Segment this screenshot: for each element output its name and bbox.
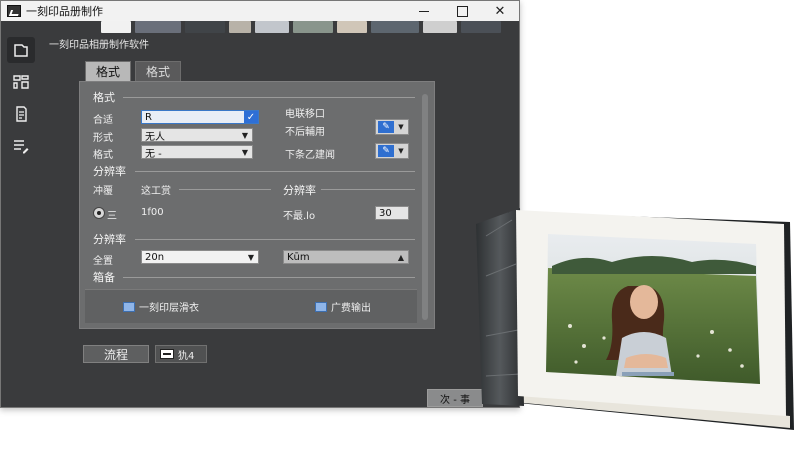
option-label-2: 下条乙建闻: [285, 150, 335, 161]
radio-button[interactable]: [93, 207, 105, 219]
maximize-button[interactable]: [443, 1, 481, 21]
export-button[interactable]: 犰4: [155, 345, 207, 363]
fit-select[interactable]: R: [141, 110, 259, 124]
window-title: 一刻印品册制作: [26, 5, 103, 18]
panel-scrollbar[interactable]: [422, 94, 428, 320]
format-section-title: 格式: [93, 91, 115, 104]
form-label: 形式: [93, 133, 113, 144]
resolution-section-title: 分辨率: [93, 165, 126, 178]
photo-thumbnail-strip[interactable]: [101, 21, 519, 33]
stage: 一刻印品册制作 ✕ 一刻印品相册制作软件 格式 格式 格式 合适 R ✓ 形式 …: [0, 0, 800, 450]
sidebar: [5, 33, 37, 403]
form-value: 无人: [145, 131, 165, 143]
photo-album-image: [476, 208, 794, 430]
placement-select[interactable]: 20n ▼: [141, 250, 259, 264]
section-divider: [321, 189, 415, 190]
app-logo-icon: [7, 5, 21, 17]
section-divider: [135, 239, 415, 240]
print-layout-action[interactable]: 一刻印层滑衣: [123, 299, 199, 314]
sidebar-page-button[interactable]: [7, 37, 35, 63]
title-bar: 一刻印品册制作 ✕: [1, 1, 519, 21]
app-window: 一刻印品册制作 ✕ 一刻印品相册制作软件 格式 格式 格式 合适 R ✓ 形式 …: [0, 0, 520, 408]
fit-label: 合适: [93, 115, 113, 126]
document-icon: [16, 106, 27, 122]
placement-label: 全置: [93, 256, 113, 267]
export-action[interactable]: 广费输出: [315, 299, 371, 314]
tab-format-2[interactable]: 格式: [135, 61, 182, 81]
chevron-down-icon: ▼: [241, 130, 249, 140]
radio-label: 三: [107, 211, 117, 222]
page-icon: [14, 44, 28, 57]
max-label: 不最.lo: [283, 211, 316, 222]
resolution-number: 1f00: [141, 207, 164, 218]
checkmark-icon: [244, 111, 258, 123]
resolution-section-2-title: 分辨率: [93, 233, 126, 246]
chevron-down-icon: ▼: [398, 123, 404, 131]
unit-select[interactable]: Kūm ▲: [283, 250, 409, 264]
right-group-title: 电联移口: [285, 109, 325, 120]
photo-thumbnail[interactable]: [255, 21, 289, 33]
section-divider: [123, 97, 415, 98]
chevron-down-icon: ▼: [241, 147, 249, 157]
slider-track[interactable]: [179, 189, 271, 190]
fill-label: 冲覆: [93, 186, 113, 197]
tab-format[interactable]: 格式: [85, 61, 132, 81]
resolution-input-value: 30: [379, 207, 392, 219]
photo-thumbnail[interactable]: [185, 21, 225, 33]
flow-button[interactable]: 流程: [83, 345, 149, 363]
export-action-label: 广费输出: [331, 303, 371, 314]
app-subtitle: 一刻印品相册制作软件: [49, 40, 149, 51]
chevron-up-icon: ▲: [397, 252, 405, 262]
photo-thumbnail[interactable]: [461, 21, 501, 33]
print-layout-label: 一刻印层滑衣: [139, 303, 199, 314]
fit-value: R: [145, 111, 152, 123]
photo-thumbnail[interactable]: [101, 21, 131, 33]
monitor-icon: [123, 301, 135, 312]
pencil-icon: ✎: [378, 145, 394, 157]
sidebar-list-edit-button[interactable]: [7, 133, 35, 159]
photo-thumbnail[interactable]: [371, 21, 419, 33]
color-picker-1[interactable]: ✎ ▼: [375, 119, 409, 135]
photo-thumbnail[interactable]: [293, 21, 333, 33]
folder-icon: [315, 301, 327, 312]
photo-thumbnail[interactable]: [229, 21, 251, 33]
fill-value: 这工赏: [141, 186, 171, 197]
pencil-icon: ✎: [378, 121, 394, 133]
section-divider: [135, 171, 415, 172]
unit-value: Kūm: [287, 251, 310, 263]
photo-thumbnail[interactable]: [135, 21, 181, 33]
resolution-subtitle: 分辨率: [283, 184, 316, 197]
resolution-input[interactable]: 30: [375, 206, 409, 220]
chevron-down-icon: ▼: [398, 147, 404, 155]
section-divider: [123, 277, 415, 278]
close-button[interactable]: ✕: [481, 1, 519, 21]
color-picker-2[interactable]: ✎ ▼: [375, 143, 409, 159]
layout-icon: [13, 75, 29, 89]
photo-thumbnail[interactable]: [337, 21, 367, 33]
format-value: 无 -: [145, 148, 162, 160]
chevron-down-icon: ▼: [247, 252, 255, 262]
list-edit-icon: [14, 140, 29, 154]
backup-section-title: 箱备: [93, 271, 115, 284]
keyboard-icon: [160, 349, 174, 359]
sidebar-document-button[interactable]: [7, 101, 35, 127]
form-select[interactable]: 无人 ▼: [141, 128, 253, 143]
format-label: 格式: [93, 150, 113, 161]
option-label-1: 不后輔用: [285, 127, 325, 138]
photo-thumbnail[interactable]: [423, 21, 457, 33]
export-button-label: 犰4: [178, 350, 195, 362]
sidebar-layout-button[interactable]: [7, 69, 35, 95]
format-select[interactable]: 无 - ▼: [141, 145, 253, 160]
placement-value: 20n: [145, 251, 165, 263]
minimize-button[interactable]: [405, 1, 443, 21]
